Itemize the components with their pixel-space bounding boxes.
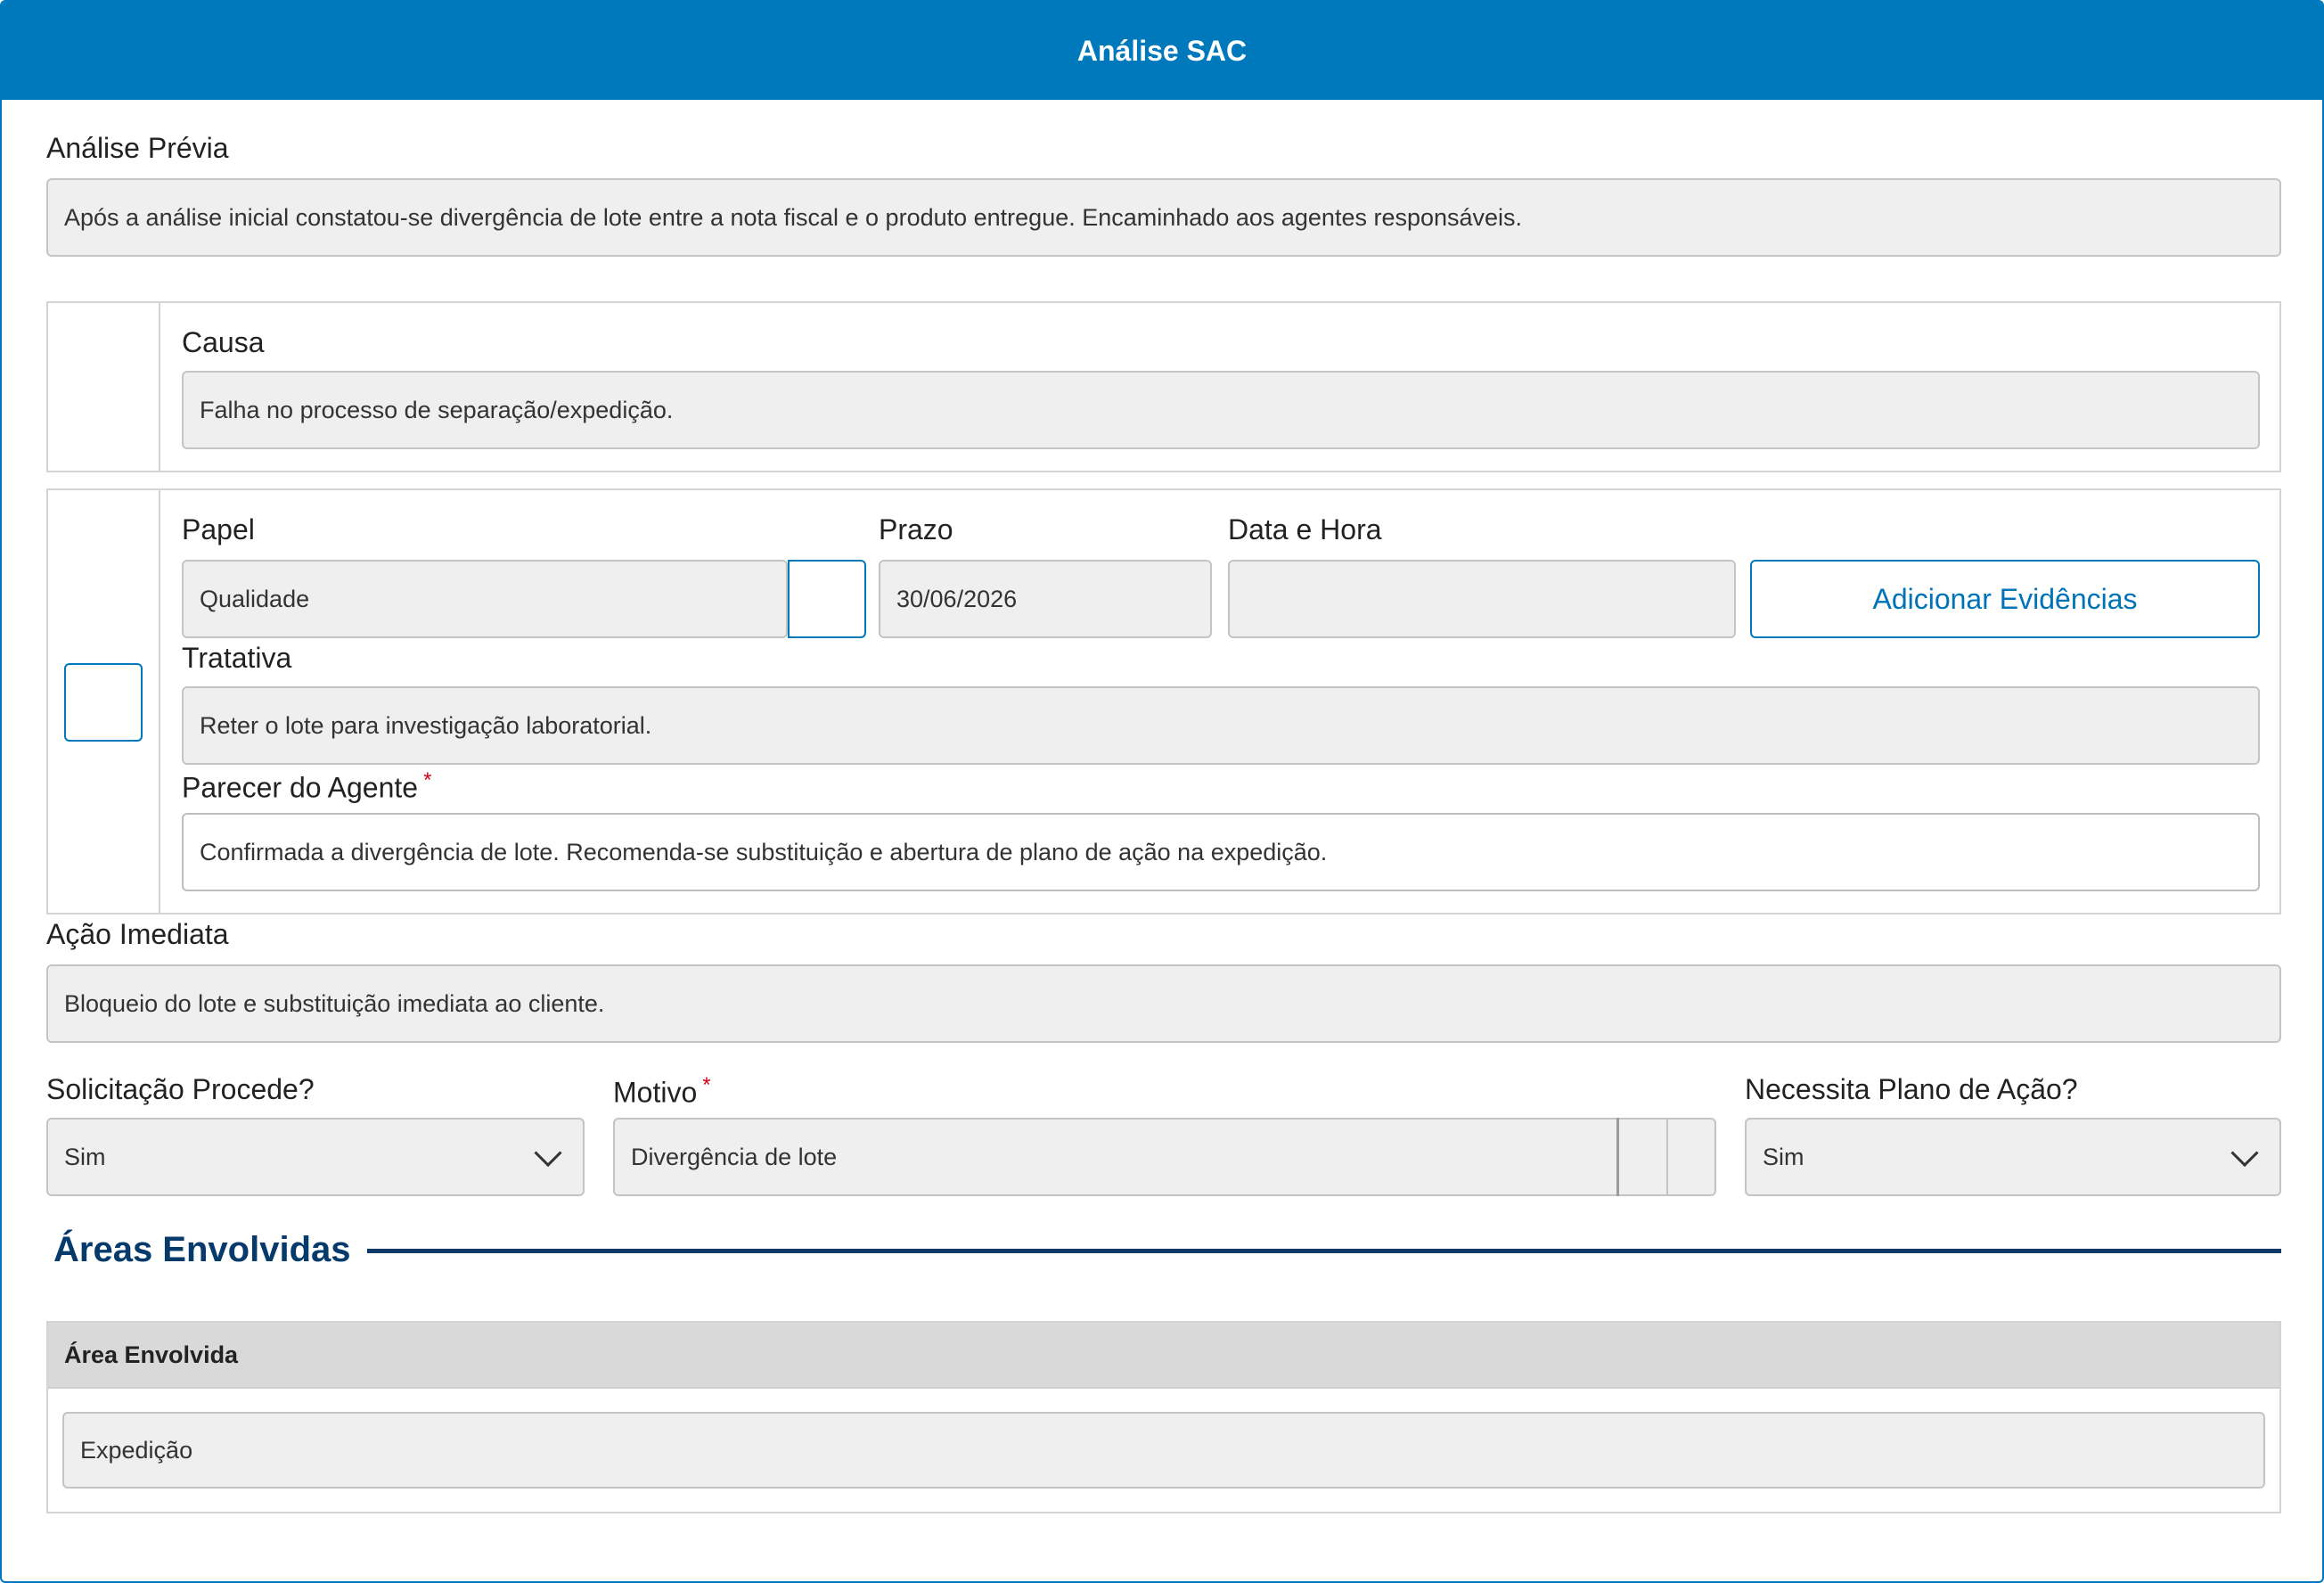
parecer-field[interactable]: Confirmada a divergência de lote. Recome… xyxy=(182,813,2260,891)
plano-acao-label: Necessita Plano de Ação? xyxy=(1745,1073,2078,1105)
solicitacao-label: Solicitação Procede? xyxy=(46,1073,315,1105)
data-hora-label: Data e Hora xyxy=(1228,513,1382,545)
tratativa-label: Tratativa xyxy=(182,642,292,674)
adicionar-evidencias-label: Adicionar Evidências xyxy=(1872,582,2138,615)
causa-row-divider xyxy=(159,303,160,471)
acao-imediata-value: Bloqueio do lote e substituição imediata… xyxy=(64,989,605,1017)
papel-value: Qualidade xyxy=(200,585,310,612)
parecer-required-mark: * xyxy=(423,768,432,792)
areas-section-title: Áreas Envolvidas xyxy=(53,1230,351,1269)
chevron-down-icon xyxy=(534,1139,562,1168)
motivo-field[interactable]: Divergência de lote xyxy=(613,1118,1716,1196)
chevron-down-icon xyxy=(2230,1139,2259,1168)
causa-field[interactable]: Falha no processo de separação/expedição… xyxy=(182,371,2260,449)
adicionar-evidencias-button[interactable]: Adicionar Evidências xyxy=(1750,560,2260,638)
causa-label: Causa xyxy=(182,326,265,358)
parecer-label-text: Parecer do Agente xyxy=(182,771,419,804)
analise-sac-panel: Análise SAC Análise Prévia Após a anális… xyxy=(0,0,2324,1583)
papel-lookup-button[interactable] xyxy=(788,560,866,638)
analise-previa-label: Análise Prévia xyxy=(46,132,229,164)
area-envolvida-field[interactable]: Expedição xyxy=(62,1412,2265,1489)
motivo-value: Divergência de lote xyxy=(631,1143,838,1170)
tratativa-value: Reter o lote para investigação laborator… xyxy=(200,711,652,739)
areas-section-rule xyxy=(367,1249,2281,1253)
parecer-label: Parecer do Agente * xyxy=(182,768,431,805)
prazo-value: 30/06/2026 xyxy=(896,585,1018,612)
analise-previa-field[interactable]: Após a análise inicial constatou-se dive… xyxy=(46,178,2281,257)
papel-field[interactable]: Qualidade xyxy=(182,560,788,638)
prazo-field[interactable]: 30/06/2026 xyxy=(879,560,1212,638)
tratativa-field[interactable]: Reter o lote para investigação laborator… xyxy=(182,686,2260,765)
plano-acao-value: Sim xyxy=(1763,1143,1804,1170)
papel-label: Papel xyxy=(182,513,255,545)
data-hora-field[interactable] xyxy=(1228,560,1736,638)
panel-title: Análise SAC xyxy=(1076,34,1248,67)
agente-row-divider xyxy=(159,490,160,913)
prazo-label: Prazo xyxy=(879,513,953,545)
panel-header: Análise SAC xyxy=(2,2,2322,100)
solicitacao-value: Sim xyxy=(64,1143,106,1170)
causa-value: Falha no processo de separação/expedição… xyxy=(200,396,674,423)
plano-acao-select[interactable]: Sim xyxy=(1745,1118,2281,1196)
acao-imediata-field[interactable]: Bloqueio do lote e substituição imediata… xyxy=(46,964,2281,1043)
motivo-field-divider xyxy=(1616,1118,1619,1196)
motivo-required-mark: * xyxy=(702,1073,711,1097)
agente-row-checkbox[interactable] xyxy=(64,663,143,742)
analise-previa-value: Após a análise inicial constatou-se dive… xyxy=(64,203,1523,231)
motivo-clear-button[interactable] xyxy=(1666,1120,1668,1194)
motivo-label: Motivo * xyxy=(613,1073,711,1110)
parecer-value: Confirmada a divergência de lote. Recome… xyxy=(200,838,1328,865)
solicitacao-select[interactable]: Sim xyxy=(46,1118,585,1196)
motivo-label-text: Motivo xyxy=(613,1076,698,1109)
acao-imediata-label: Ação Imediata xyxy=(46,918,229,950)
area-envolvida-column-header: Área Envolvida xyxy=(64,1341,239,1368)
areas-table-header: Área Envolvida xyxy=(48,1323,2279,1389)
area-envolvida-value: Expedição xyxy=(80,1436,193,1464)
